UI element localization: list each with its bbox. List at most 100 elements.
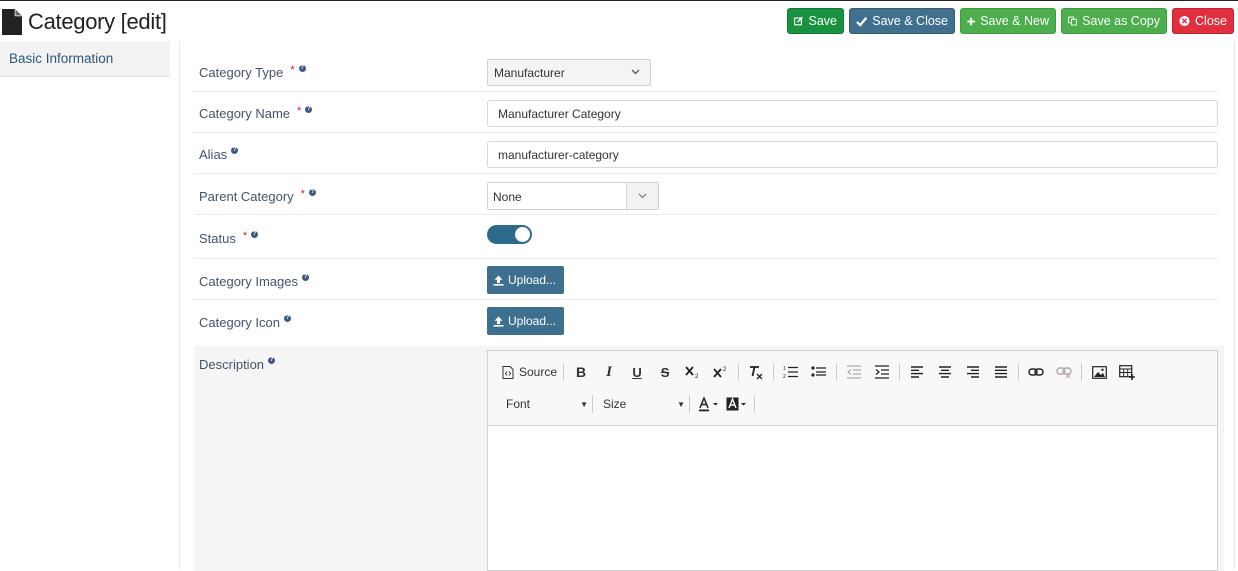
- row-status: Status * ?: [194, 215, 1218, 259]
- help-icon[interactable]: ?: [268, 357, 276, 364]
- font-select-value: Font: [506, 397, 531, 411]
- source-icon: [502, 365, 514, 379]
- remove-format-icon: [750, 365, 763, 379]
- upload-icon: [493, 316, 504, 327]
- chevron-down-icon: [638, 193, 647, 199]
- copy-icon: [1068, 16, 1077, 26]
- parent-category-dropdown-toggle[interactable]: [626, 183, 658, 209]
- status-label: Status * ?: [199, 229, 259, 246]
- category-type-label-text: Category Type: [199, 65, 284, 80]
- check-icon: [856, 16, 868, 27]
- link-button[interactable]: [1025, 361, 1047, 383]
- row-category-type: Category Type * ? Manufacturer: [194, 51, 1218, 92]
- align-right-button[interactable]: [962, 361, 984, 383]
- bulleted-list-button[interactable]: [808, 361, 830, 383]
- close-label: Close: [1195, 14, 1227, 28]
- help-icon[interactable]: ?: [251, 231, 259, 238]
- svg-text:2: 2: [783, 374, 786, 379]
- save-button[interactable]: Save: [787, 8, 844, 34]
- image-icon: [1091, 365, 1107, 379]
- page-header: Category [edit] Save Save & Close Save &…: [0, 1, 1238, 41]
- row-parent-category: Parent Category * ? None: [194, 174, 1218, 215]
- outdent-button[interactable]: [843, 361, 865, 383]
- category-icon-label: Category Icon ?: [199, 315, 291, 330]
- category-icon-label-text: Category Icon: [199, 315, 280, 330]
- align-center-icon: [939, 366, 952, 378]
- italic-button[interactable]: I: [598, 361, 620, 383]
- upload-label: Upload...: [508, 314, 557, 328]
- parent-category-select[interactable]: None: [487, 182, 659, 210]
- save-new-label: Save & New: [980, 14, 1049, 28]
- alias-input[interactable]: manufacturer-category: [487, 141, 1218, 168]
- bold-button[interactable]: B: [570, 361, 592, 383]
- text-color-button[interactable]: [698, 393, 720, 415]
- toggle-knob: [515, 227, 530, 242]
- save-copy-button[interactable]: Save as Copy: [1061, 8, 1167, 34]
- strikethrough-button[interactable]: S: [654, 361, 676, 383]
- save-close-button[interactable]: Save & Close: [849, 8, 955, 34]
- parent-category-label-text: Parent Category: [199, 189, 294, 204]
- upload-icon: [493, 275, 504, 286]
- alias-value: manufacturer-category: [498, 147, 619, 162]
- category-name-input[interactable]: Manufacturer Category: [487, 100, 1218, 127]
- category-images-label-text: Category Images: [199, 274, 298, 289]
- image-button[interactable]: [1088, 361, 1110, 383]
- required-marker: *: [242, 229, 248, 242]
- svg-text:2: 2: [695, 374, 699, 379]
- indent-button[interactable]: [871, 361, 893, 383]
- category-type-label: Category Type * ?: [199, 64, 306, 80]
- status-toggle[interactable]: [487, 225, 532, 244]
- required-marker: *: [300, 187, 305, 200]
- table-button[interactable]: [1116, 361, 1138, 383]
- indent-icon: [875, 365, 890, 379]
- remove-format-button[interactable]: [745, 361, 767, 383]
- numbered-list-button[interactable]: 1 2: [780, 361, 802, 383]
- text-color-icon: [699, 396, 718, 411]
- row-category-icon: Category Icon ? Upload...: [194, 300, 1218, 341]
- sidebar: Basic Information: [0, 41, 170, 569]
- toolbar-separator: [563, 363, 565, 381]
- unlink-button[interactable]: [1053, 361, 1075, 383]
- background-color-button[interactable]: [726, 393, 748, 415]
- toolbar-separator: [1018, 363, 1020, 381]
- help-icon[interactable]: ?: [231, 147, 239, 154]
- justify-button[interactable]: [990, 361, 1012, 383]
- superscript-button[interactable]: 2: [710, 361, 732, 383]
- help-icon[interactable]: ?: [302, 274, 309, 281]
- editor-content-area[interactable]: [488, 426, 1217, 570]
- category-type-select[interactable]: Manufacturer: [487, 59, 651, 86]
- svg-text:1: 1: [783, 366, 786, 372]
- toolbar-separator: [738, 363, 740, 381]
- underline-button[interactable]: U: [626, 361, 648, 383]
- help-icon[interactable]: ?: [298, 65, 306, 72]
- subscript-button[interactable]: 2: [682, 361, 704, 383]
- sidebar-item-basic-information[interactable]: Basic Information: [0, 41, 170, 77]
- help-icon[interactable]: ?: [283, 315, 291, 322]
- background-color-icon: [726, 396, 746, 410]
- category-icon-upload-button[interactable]: Upload...: [487, 307, 564, 335]
- source-button[interactable]: Source: [502, 361, 557, 383]
- help-icon[interactable]: ?: [305, 106, 313, 113]
- save-new-button[interactable]: Save & New: [960, 8, 1056, 34]
- toolbar-separator: [836, 363, 838, 381]
- editor-toolbar: Source B I U S 2 2 1 2 Font ▼ Size ▼: [488, 351, 1217, 426]
- category-images-upload-button[interactable]: Upload...: [487, 266, 564, 294]
- chevron-down-icon: [631, 69, 640, 75]
- help-icon[interactable]: ?: [308, 189, 316, 196]
- document-icon: [2, 9, 22, 35]
- description-label-text: Description: [199, 357, 265, 372]
- toolbar-separator: [773, 363, 775, 381]
- align-right-icon: [967, 366, 980, 378]
- subscript-icon: 2: [685, 366, 699, 379]
- save-close-label: Save & Close: [872, 14, 948, 28]
- status-label-text: Status: [199, 231, 236, 246]
- close-circle-icon: [1179, 15, 1190, 27]
- font-select[interactable]: Font ▼: [502, 393, 588, 415]
- close-button[interactable]: Close: [1172, 8, 1234, 34]
- link-icon: [1028, 368, 1044, 376]
- edit-icon: [794, 16, 803, 26]
- size-select[interactable]: Size ▼: [599, 393, 685, 415]
- align-left-button[interactable]: [906, 361, 928, 383]
- superscript-icon: 2: [713, 367, 727, 378]
- align-center-button[interactable]: [934, 361, 956, 383]
